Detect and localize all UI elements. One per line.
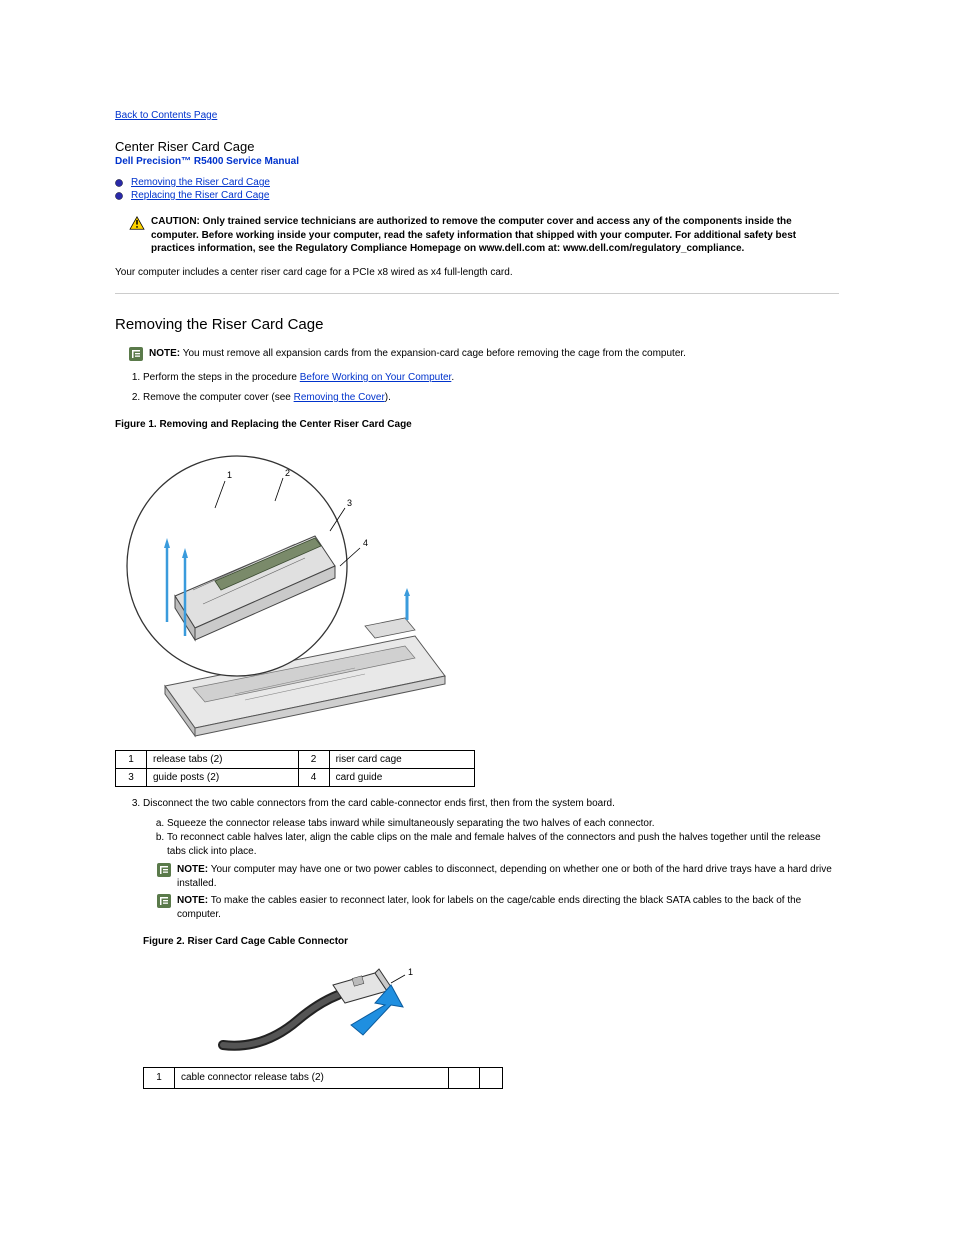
note-text-1: NOTE: You must remove all expansion card… — [149, 347, 686, 361]
caution-block: CAUTION: Only trained service technician… — [129, 215, 839, 256]
toc-link-remove[interactable]: Removing the Riser Card Cage — [131, 177, 270, 188]
note-block-2: NOTE: Your computer may have one or two … — [157, 863, 839, 890]
legend-empty — [480, 1068, 503, 1089]
figure-2-caption: Figure 2. Riser Card Cage Cable Connecto… — [143, 935, 839, 949]
legend-empty — [449, 1068, 480, 1089]
svg-text:2: 2 — [285, 468, 290, 478]
svg-text:1: 1 — [408, 967, 413, 977]
note-icon — [129, 347, 143, 361]
toc-link-replace[interactable]: Replacing the Riser Card Cage — [131, 190, 269, 201]
legend-label: riser card cage — [329, 751, 474, 769]
note-text-2: NOTE: Your computer may have one or two … — [177, 863, 839, 890]
back-to-contents-link[interactable]: Back to Contents Page — [115, 110, 217, 121]
legend-label: card guide — [329, 769, 474, 787]
legend-num: 4 — [298, 769, 329, 787]
legend-num: 3 — [116, 769, 147, 787]
section-heading-remove: Removing the Riser Card Cage — [115, 316, 839, 333]
legend-label: cable connector release tabs (2) — [175, 1068, 449, 1089]
step-3a: Squeeze the connector release tabs inwar… — [167, 817, 839, 831]
legend-num: 1 — [116, 751, 147, 769]
legend-num: 1 — [144, 1068, 175, 1089]
removal-steps-continued: Disconnect the two cable connectors from… — [115, 797, 839, 1089]
step-2: Remove the computer cover (see Removing … — [143, 391, 839, 405]
note-block-1: NOTE: You must remove all expansion card… — [129, 347, 839, 361]
svg-text:4: 4 — [363, 538, 368, 548]
step-3b: To reconnect cable halves later, align t… — [167, 831, 839, 859]
figure-1-caption: Figure 1. Removing and Replacing the Cen… — [115, 419, 839, 430]
note-icon — [157, 863, 171, 877]
legend-label: release tabs (2) — [147, 751, 299, 769]
legend-num: 2 — [298, 751, 329, 769]
figure-2-legend: 1 cable connector release tabs (2) — [143, 1067, 503, 1089]
note-text-3: NOTE: To make the cables easier to recon… — [177, 894, 839, 921]
bullet-icon — [115, 192, 123, 200]
step-3: Disconnect the two cable connectors from… — [143, 797, 839, 1089]
bullet-icon — [115, 179, 123, 187]
link-removing-cover[interactable]: Removing the Cover — [294, 392, 385, 403]
step-1: Perform the steps in the procedure Befor… — [143, 371, 839, 385]
page-title: Center Riser Card Cage — [115, 139, 839, 154]
svg-text:1: 1 — [227, 470, 232, 480]
legend-label: guide posts (2) — [147, 769, 299, 787]
figure-1-illustration: 1 2 3 4 — [115, 436, 475, 748]
table-of-contents: Removing the Riser Card Cage Replacing t… — [115, 177, 839, 201]
caution-text: CAUTION: Only trained service technician… — [151, 215, 839, 256]
figure-1-legend: 1 release tabs (2) 2 riser card cage 3 g… — [115, 750, 475, 787]
caution-icon — [129, 216, 145, 230]
svg-text:3: 3 — [347, 498, 352, 508]
intro-paragraph: Your computer includes a center riser ca… — [115, 266, 839, 280]
section-divider — [115, 293, 839, 294]
figure-2-illustration: 1 — [203, 955, 423, 1065]
manual-title: Dell Precision™ R5400 Service Manual — [115, 156, 839, 167]
note-icon — [157, 894, 171, 908]
note-block-3: NOTE: To make the cables easier to recon… — [157, 894, 839, 921]
link-before-working[interactable]: Before Working on Your Computer — [300, 372, 452, 383]
removal-steps: Perform the steps in the procedure Befor… — [115, 371, 839, 405]
